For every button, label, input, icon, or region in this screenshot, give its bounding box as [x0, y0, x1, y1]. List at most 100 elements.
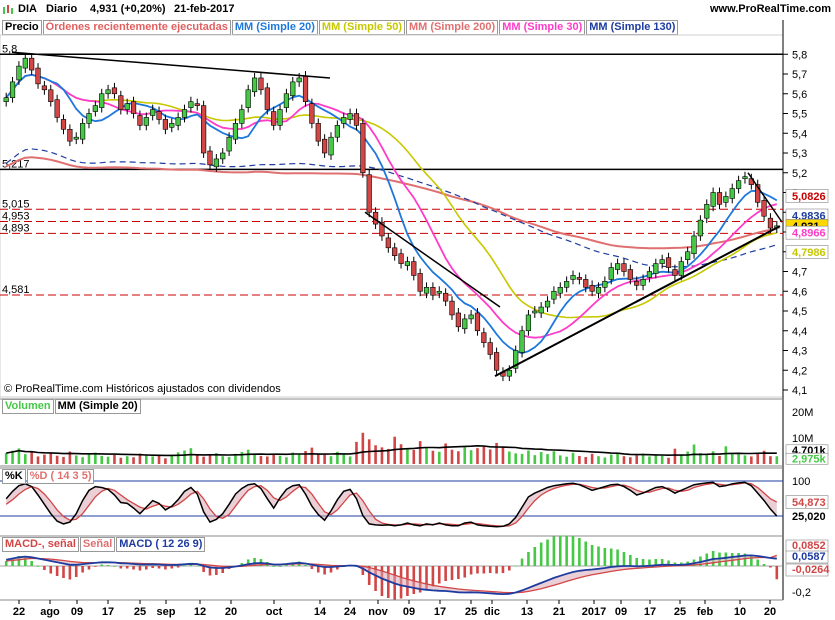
candle-body [213, 158, 219, 168]
xaxis-label: sep [157, 606, 176, 618]
volume-bar [342, 454, 346, 464]
macd-label1[interactable]: MACD-, señal [2, 537, 79, 552]
candle-body [474, 312, 481, 332]
volume-bar [380, 447, 384, 464]
macd-legend: MACD-, señal Señal MACD ( 12 26 9) [2, 537, 206, 552]
price-ytick-label: 4,3 [792, 346, 807, 358]
macd-histogram-bar [635, 558, 639, 566]
volume-bar [406, 448, 409, 464]
volume-bar [609, 454, 613, 464]
price-ytick-label: 5,2 [792, 168, 807, 180]
macd-histogram-bar [482, 566, 486, 574]
volume-bar [23, 454, 27, 464]
volume-bar [660, 455, 664, 464]
trendline-top [11, 51, 331, 79]
candle-body [169, 123, 175, 128]
candle-body [538, 306, 544, 314]
price-ytick-label: 4,6 [792, 286, 807, 298]
candle-body [92, 105, 98, 112]
price-ytick-label: 4,5 [792, 306, 807, 318]
volume-legend: Volumen MM (Simple 20) [2, 399, 142, 414]
candle-body [99, 93, 105, 108]
macd-histogram-bar [527, 552, 530, 566]
macd-histogram-bar [597, 546, 600, 566]
volume-bar [756, 454, 760, 464]
candle-body [322, 138, 328, 154]
level-label: 4,953 [2, 211, 30, 223]
candle-body [443, 292, 449, 302]
volume-bar [202, 456, 205, 464]
candle-body [487, 342, 493, 355]
volume-bar [533, 455, 537, 464]
macd-histogram-bar [501, 566, 505, 573]
candle-body [742, 176, 748, 179]
xaxis-label: 17 [102, 606, 114, 618]
candle-body [245, 89, 251, 108]
macd-histogram-bar [457, 566, 460, 579]
volume-bar [622, 456, 626, 464]
volume-bar [253, 454, 256, 464]
candle-body [188, 101, 194, 108]
level-label: 5,015 [2, 198, 30, 210]
macd-axis-minus02: -0,2 [792, 587, 811, 599]
candle-body [608, 267, 614, 280]
macd-histogram-bar [176, 566, 180, 568]
candle-body [283, 93, 290, 108]
volume-bar [106, 456, 110, 464]
volume-bar [227, 456, 231, 464]
candle-body [697, 219, 703, 237]
candle-body [29, 57, 35, 71]
price-ytick-label: 5,5 [792, 109, 807, 121]
macd-histogram-bar [463, 566, 467, 578]
volume-bar [62, 456, 65, 464]
xaxis-label: oct [266, 606, 283, 618]
volume-label[interactable]: Volumen [2, 399, 54, 414]
macd-label3[interactable]: MACD ( 12 26 9) [116, 537, 206, 552]
candle-body [685, 251, 691, 260]
macd-histogram-bar [590, 545, 594, 566]
volume-bar [285, 457, 288, 464]
stoch-k-label[interactable]: %K [2, 469, 26, 484]
candle-body [67, 129, 73, 142]
volume-bar [495, 442, 498, 464]
macd-histogram-bar [164, 566, 167, 570]
price-ytick-label: 4,4 [792, 326, 807, 338]
xaxis-label: 17 [434, 606, 446, 618]
volume-bar [743, 455, 747, 464]
macd-histogram-bar [495, 566, 498, 574]
volume-mm-label[interactable]: MM (Simple 20) [54, 399, 141, 414]
candle-body [646, 271, 653, 278]
volume-bar [100, 455, 104, 464]
macd-badge: -0,0264 [792, 564, 830, 576]
macd-histogram-bar [578, 538, 581, 566]
chart-canvas[interactable]: 5,85,2175,0154,9534,8934,581 5,85,75,65,… [0, 0, 835, 620]
candle-body [436, 290, 442, 294]
volume-bar [49, 453, 53, 464]
volume-bar [705, 454, 709, 464]
volume-bar [501, 447, 505, 464]
candle-body [551, 290, 557, 300]
mm20-line [5, 73, 778, 355]
volume-bar [686, 451, 689, 464]
candle-body [207, 150, 213, 166]
candle-body [411, 261, 417, 276]
candle-body [640, 279, 646, 286]
candle-body [621, 263, 627, 272]
volume-bar [329, 456, 333, 464]
macd-label2[interactable]: Señal [79, 537, 116, 552]
macd-histogram-bar [170, 566, 174, 569]
price-ytick-label: 5,4 [792, 128, 807, 140]
candle-body [602, 281, 608, 288]
macd-histogram-bar [476, 566, 479, 574]
candle-body [532, 310, 538, 314]
volume-bar [125, 456, 129, 464]
stoch-d-label[interactable]: %D ( 14 3 5) [26, 469, 95, 484]
macd-histogram-bar [304, 565, 307, 566]
candle-body [3, 97, 9, 102]
volume-bar [30, 452, 33, 464]
volume-bar [711, 451, 715, 464]
candle-body [118, 95, 124, 110]
xaxis-label: feb [697, 606, 714, 618]
candle-body [736, 180, 742, 189]
price-ytick-label: 4,2 [792, 365, 807, 377]
